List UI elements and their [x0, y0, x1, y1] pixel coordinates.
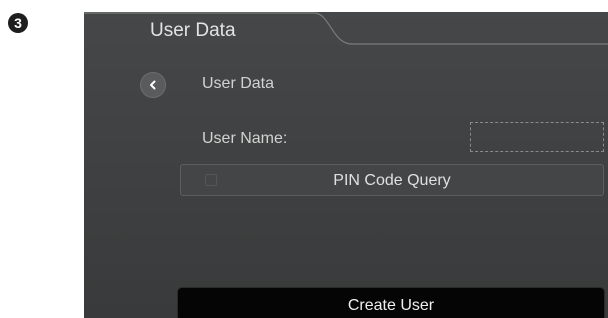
user-name-field[interactable] — [470, 122, 604, 152]
page-heading: User Data — [202, 75, 275, 92]
user-name-label: User Name: — [202, 130, 288, 147]
pin-code-query-label: PIN Code Query — [333, 172, 451, 189]
create-user-label: Create User — [347, 297, 435, 314]
device-screen: User Data User Data User Name: PIN Code … — [84, 12, 608, 318]
window-title: User Data — [150, 20, 236, 41]
create-user-button[interactable]: Create User — [178, 288, 604, 318]
step-number-badge: 3 — [8, 13, 28, 33]
back-button[interactable] — [140, 72, 166, 98]
chevron-left-icon — [150, 80, 156, 90]
pin-code-query-option[interactable]: PIN Code Query — [180, 164, 604, 196]
